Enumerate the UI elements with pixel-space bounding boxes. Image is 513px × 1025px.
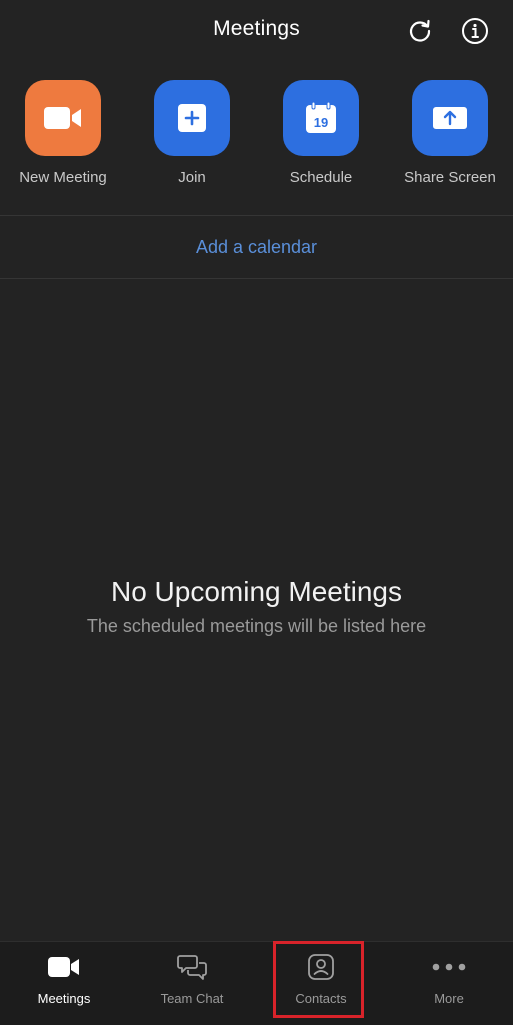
tab-meetings-label: Meetings: [37, 991, 91, 1006]
add-calendar-row: Add a calendar: [0, 216, 513, 278]
share-screen-label: Share Screen: [404, 169, 496, 186]
schedule-label: Schedule: [289, 169, 353, 186]
schedule-tile[interactable]: 19: [283, 80, 359, 156]
new-meeting-button[interactable]: New Meeting: [0, 80, 126, 186]
share-screen-icon: [433, 107, 467, 129]
info-button[interactable]: [460, 16, 490, 46]
ellipsis-icon: [432, 963, 466, 971]
contact-icon: [308, 954, 334, 980]
info-icon: [462, 18, 488, 44]
video-camera-icon: [44, 107, 81, 129]
share-screen-button[interactable]: Share Screen: [387, 80, 513, 186]
meeting-actions: New Meeting Join 19 Schedule Share Scree…: [0, 80, 513, 214]
tab-team-chat-label: Team Chat: [160, 991, 224, 1006]
calendar-day-number: 19: [314, 115, 328, 130]
tab-meetings-icon-wrap: [47, 953, 81, 981]
page-title: Meetings: [213, 17, 300, 40]
empty-state-subtitle: The scheduled meetings will be listed he…: [86, 616, 427, 636]
tab-contacts-icon-wrap: [307, 953, 335, 981]
schedule-button[interactable]: 19 Schedule: [258, 80, 384, 186]
empty-state: No Upcoming Meetings The scheduled meeti…: [0, 576, 513, 637]
join-tile[interactable]: [154, 80, 230, 156]
tab-contacts[interactable]: Contacts: [257, 942, 385, 1025]
new-meeting-tile[interactable]: [25, 80, 101, 156]
join-button[interactable]: Join: [129, 80, 255, 186]
tab-more[interactable]: More: [385, 942, 513, 1025]
divider-bottom: [0, 278, 513, 279]
tab-team-chat[interactable]: Team Chat: [128, 942, 256, 1025]
header-bar: Meetings: [0, 0, 513, 64]
add-calendar-link[interactable]: Add a calendar: [196, 237, 317, 258]
tab-more-icon-wrap: [432, 953, 466, 981]
share-screen-tile[interactable]: [412, 80, 488, 156]
empty-state-title: No Upcoming Meetings: [110, 576, 403, 607]
tab-meetings[interactable]: Meetings: [0, 942, 128, 1025]
refresh-icon: [409, 19, 431, 42]
refresh-button[interactable]: [405, 16, 435, 46]
tab-contacts-label: Contacts: [295, 991, 347, 1006]
new-meeting-label: New Meeting: [19, 169, 107, 186]
chat-bubbles-icon: [177, 955, 207, 980]
join-label: Join: [178, 169, 206, 186]
tab-team-chat-icon-wrap: [177, 953, 207, 981]
tab-more-label: More: [434, 991, 464, 1006]
plus-icon: [178, 104, 206, 132]
bottom-tab-bar: Meetings Team Chat Contacts More: [0, 941, 513, 1025]
video-camera-icon: [48, 957, 79, 977]
calendar-icon: 19: [306, 101, 336, 133]
